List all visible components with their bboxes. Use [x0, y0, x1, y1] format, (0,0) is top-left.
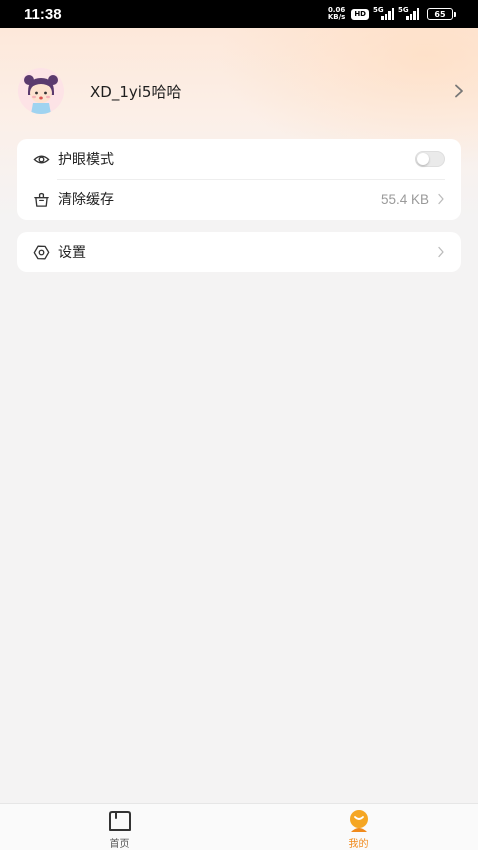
chevron-right-icon[interactable]	[452, 84, 466, 98]
signal-icon-sim2: 5G	[398, 6, 419, 20]
eye-care-row[interactable]: 护眼模式	[17, 139, 461, 179]
tab-home-label: 首页	[109, 839, 130, 850]
tab-home[interactable]: 首页	[0, 804, 239, 850]
clear-cache-label: 清除缓存	[58, 192, 114, 208]
gear-eye-icon	[33, 244, 50, 261]
chevron-right-icon	[438, 246, 444, 258]
tab-mine[interactable]: 我的	[239, 804, 478, 850]
chevron-right-icon	[438, 193, 444, 205]
settings-card: 设置	[17, 232, 461, 272]
cache-size-value: 55.4 KB	[380, 191, 429, 207]
mine-icon	[346, 809, 372, 833]
network-speed: 0.06 KB/s	[328, 7, 345, 21]
eye-icon	[33, 151, 50, 168]
network-speed-unit: KB/s	[327, 13, 346, 21]
broom-icon	[33, 191, 50, 208]
bottom-tab-bar: 首页 我的	[0, 803, 478, 850]
sim2-network-label: 5G	[398, 6, 409, 14]
eye-care-toggle[interactable]	[415, 151, 445, 167]
clear-cache-row[interactable]: 清除缓存 55.4 KB	[17, 179, 461, 219]
settings-row[interactable]: 设置	[17, 232, 461, 272]
preferences-card: 护眼模式 清除缓存 55.4 KB	[17, 139, 461, 220]
username: XD_1yi5哈哈	[90, 82, 182, 101]
status-icons: 0.06 KB/s HD 5G 5G 65	[328, 6, 456, 21]
battery-icon: 65	[427, 8, 456, 20]
signal-icon-sim1: 5G	[373, 6, 394, 20]
status-bar: 11:38 0.06 KB/s HD 5G 5G 65	[0, 0, 478, 28]
battery-level: 65	[427, 8, 453, 20]
sim1-network-label: 5G	[373, 6, 384, 14]
girl-avatar-icon[interactable]	[18, 68, 64, 114]
home-icon	[107, 809, 133, 833]
tab-mine-label: 我的	[348, 839, 369, 850]
hd-icon: HD	[351, 8, 369, 20]
eye-care-label: 护眼模式	[58, 152, 114, 168]
status-time: 11:38	[24, 5, 62, 23]
profile-row[interactable]: XD_1yi5哈哈	[18, 68, 466, 114]
settings-label: 设置	[58, 245, 86, 261]
